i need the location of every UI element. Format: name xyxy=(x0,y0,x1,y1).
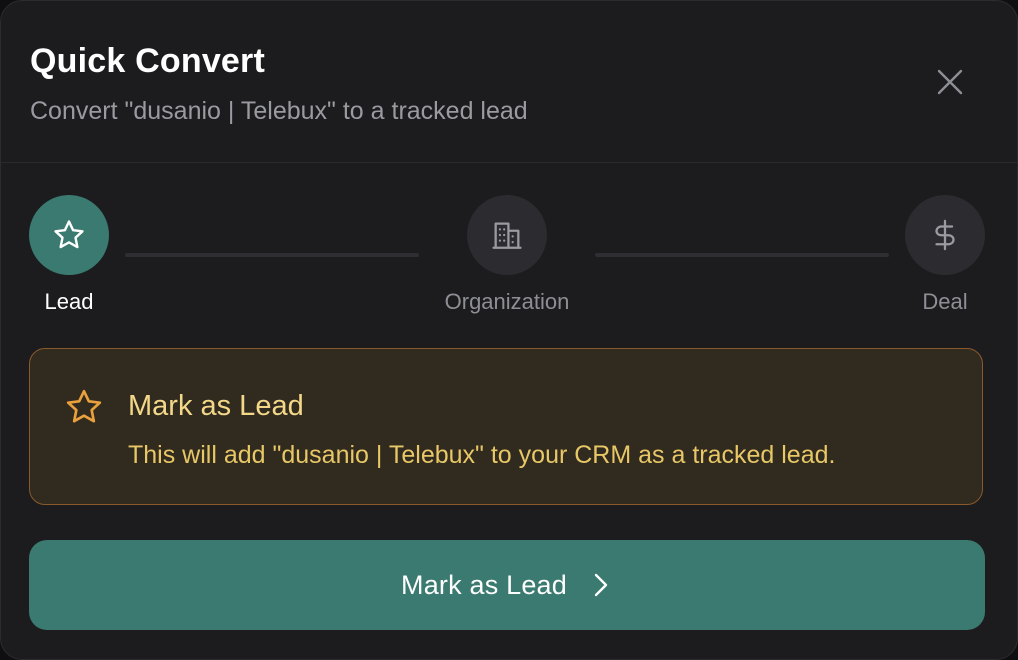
building-icon xyxy=(492,222,522,249)
progress-stepper: Lead Organization Deal xyxy=(1,195,1017,325)
step-connector xyxy=(595,253,889,257)
quick-convert-dialog: Quick Convert Convert "dusanio | Telebux… xyxy=(0,0,1018,660)
star-icon xyxy=(66,389,102,423)
mark-as-lead-button[interactable]: Mark as Lead xyxy=(29,540,985,630)
step-label-deal: Deal xyxy=(922,289,968,314)
step-label-lead: Lead xyxy=(44,289,94,314)
dialog-header: Quick Convert Convert "dusanio | Telebux… xyxy=(1,1,1017,163)
dialog-subtitle: Convert "dusanio | Telebux" to a tracked… xyxy=(30,97,528,125)
close-button[interactable] xyxy=(927,59,973,105)
lead-info-callout: Mark as Lead This will add "dusanio | Te… xyxy=(29,348,983,505)
callout-description: This will add "dusanio | Telebux" to you… xyxy=(128,441,836,469)
step-organization[interactable] xyxy=(467,195,547,275)
close-icon xyxy=(937,69,963,95)
star-icon xyxy=(54,220,84,249)
step-label-organization: Organization xyxy=(444,289,570,314)
dialog-title: Quick Convert xyxy=(30,42,265,80)
mark-as-lead-button-label: Mark as Lead xyxy=(401,570,567,600)
chevron-right-icon xyxy=(593,571,613,599)
callout-title: Mark as Lead xyxy=(128,390,304,422)
step-connector xyxy=(125,253,419,257)
dollar-icon xyxy=(935,219,955,251)
step-deal[interactable] xyxy=(905,195,985,275)
step-lead[interactable] xyxy=(29,195,109,275)
